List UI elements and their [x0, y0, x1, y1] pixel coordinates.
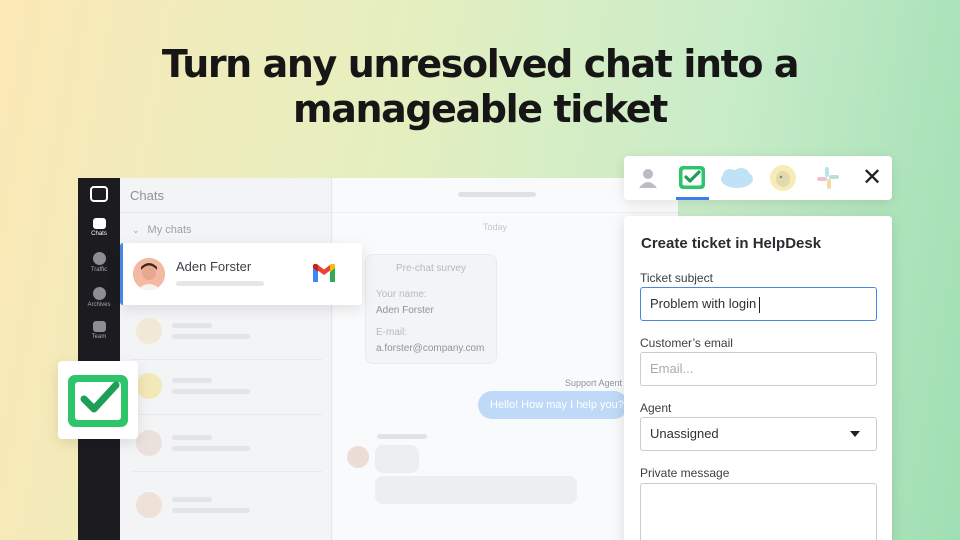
archives-icon — [92, 287, 106, 300]
helpdesk-icon — [679, 166, 705, 189]
placeholder-line — [458, 192, 536, 197]
chats-icon — [92, 218, 106, 229]
close-icon[interactable]: ✕ — [862, 165, 882, 191]
nav-rail: Chats Traffic Archives Team — [78, 178, 120, 540]
headline-line-1: Turn any unresolved chat into a — [161, 42, 800, 86]
avatar — [136, 318, 162, 344]
placeholder-line — [172, 334, 250, 339]
avatar — [136, 430, 162, 456]
tab-mailchimp[interactable] — [769, 164, 797, 192]
tab-slack[interactable] — [814, 164, 842, 192]
helpdesk-badge — [58, 361, 138, 439]
email-label: Customer’s email — [640, 336, 733, 350]
list-item[interactable] — [132, 428, 322, 472]
list-item[interactable] — [132, 371, 322, 415]
mailchimp-icon — [770, 165, 796, 191]
pre-chat-survey: Pre-chat survey Your name: Aden Forster … — [365, 254, 497, 364]
customer-email-input[interactable]: Email... — [640, 352, 877, 386]
placeholder-bubble — [375, 445, 419, 473]
agent-label: Support Agent — [565, 378, 623, 388]
divider — [132, 471, 322, 472]
survey-name-value: Aden Forster — [376, 305, 434, 316]
agent-select[interactable]: Unassigned — [640, 417, 877, 451]
headline-line-2: manageable ticket — [293, 87, 668, 131]
divider — [132, 359, 322, 360]
subject-label: Ticket subject — [640, 271, 713, 285]
placeholder-line — [172, 323, 212, 328]
agent-label: Agent — [640, 401, 672, 415]
panel-title: Create ticket in HelpDesk — [641, 235, 822, 252]
traffic-icon — [92, 252, 106, 265]
survey-name-label: Your name: — [376, 289, 427, 300]
survey-email-value: a.forster@company.com — [376, 343, 485, 354]
placeholder-bubble — [375, 476, 577, 504]
active-tab-indicator — [676, 197, 709, 200]
tab-helpdesk[interactable] — [678, 164, 706, 192]
placeholder-line — [172, 435, 212, 440]
chat-list-title: Chats — [130, 188, 164, 203]
integrations-bar: ✕ — [624, 156, 892, 200]
placeholder-line — [176, 281, 264, 286]
app-logo-icon[interactable] — [90, 186, 108, 202]
team-icon — [92, 321, 106, 332]
rail-item-label: Archives — [87, 302, 111, 308]
rail-item-label: Team — [91, 334, 107, 340]
private-message-textarea[interactable] — [640, 483, 877, 540]
day-separator: Today — [483, 222, 508, 232]
helpdesk-icon — [68, 375, 128, 427]
chevron-down-icon — [850, 431, 860, 437]
rail-item-archives[interactable]: Archives — [78, 287, 120, 308]
my-chats-section[interactable]: ⌄ My chats — [132, 224, 192, 236]
divider — [132, 414, 322, 415]
avatar — [133, 258, 165, 290]
ticket-subject-input[interactable]: Problem with login — [640, 287, 877, 321]
rail-item-traffic[interactable]: Traffic — [78, 252, 120, 273]
headline: Turn any unresolved chat into a manageab… — [0, 42, 960, 132]
slack-icon — [817, 167, 839, 189]
email-placeholder: Email... — [650, 361, 694, 376]
placeholder-line — [172, 497, 212, 502]
placeholder-line — [172, 446, 250, 451]
agent-message: Hello! How may I help you? — [478, 391, 628, 419]
placeholder-line — [172, 508, 250, 513]
avatar — [136, 373, 162, 399]
divider — [333, 212, 678, 213]
divider — [120, 212, 331, 213]
create-ticket-panel: Create ticket in HelpDesk Ticket subject… — [624, 216, 892, 540]
user-icon — [639, 169, 657, 188]
tab-user[interactable] — [634, 164, 662, 192]
chevron-down-icon: ⌄ — [132, 225, 140, 235]
avatar — [347, 446, 369, 468]
gmail-icon — [313, 263, 335, 282]
rail-item-team[interactable]: Team — [78, 321, 120, 340]
placeholder-line — [172, 378, 212, 383]
survey-email-label: E-mail: — [376, 327, 408, 338]
app-window: Chats Traffic Archives Team Chats ⌄ My ch… — [78, 178, 678, 540]
section-label: My chats — [147, 224, 192, 236]
agent-value: Unassigned — [650, 426, 719, 441]
survey-title: Pre-chat survey — [395, 263, 467, 274]
list-item[interactable] — [132, 490, 322, 520]
rail-item-chats[interactable]: Chats — [78, 218, 120, 237]
text-caret — [759, 296, 761, 313]
placeholder-line — [377, 434, 427, 439]
rail-item-label: Traffic — [90, 267, 108, 273]
rail-item-label: Chats — [91, 231, 107, 237]
salesforce-icon — [721, 168, 753, 188]
list-item[interactable] — [132, 316, 322, 360]
active-chat-card[interactable]: Aden Forster — [120, 243, 362, 305]
tab-salesforce[interactable] — [719, 164, 755, 192]
subject-value: Problem with login — [650, 296, 757, 311]
message-label: Private message — [640, 466, 730, 480]
chat-list: Chats ⌄ My chats — [120, 178, 332, 540]
placeholder-line — [172, 389, 250, 394]
avatar — [136, 492, 162, 518]
customer-name: Aden Forster — [176, 259, 252, 274]
